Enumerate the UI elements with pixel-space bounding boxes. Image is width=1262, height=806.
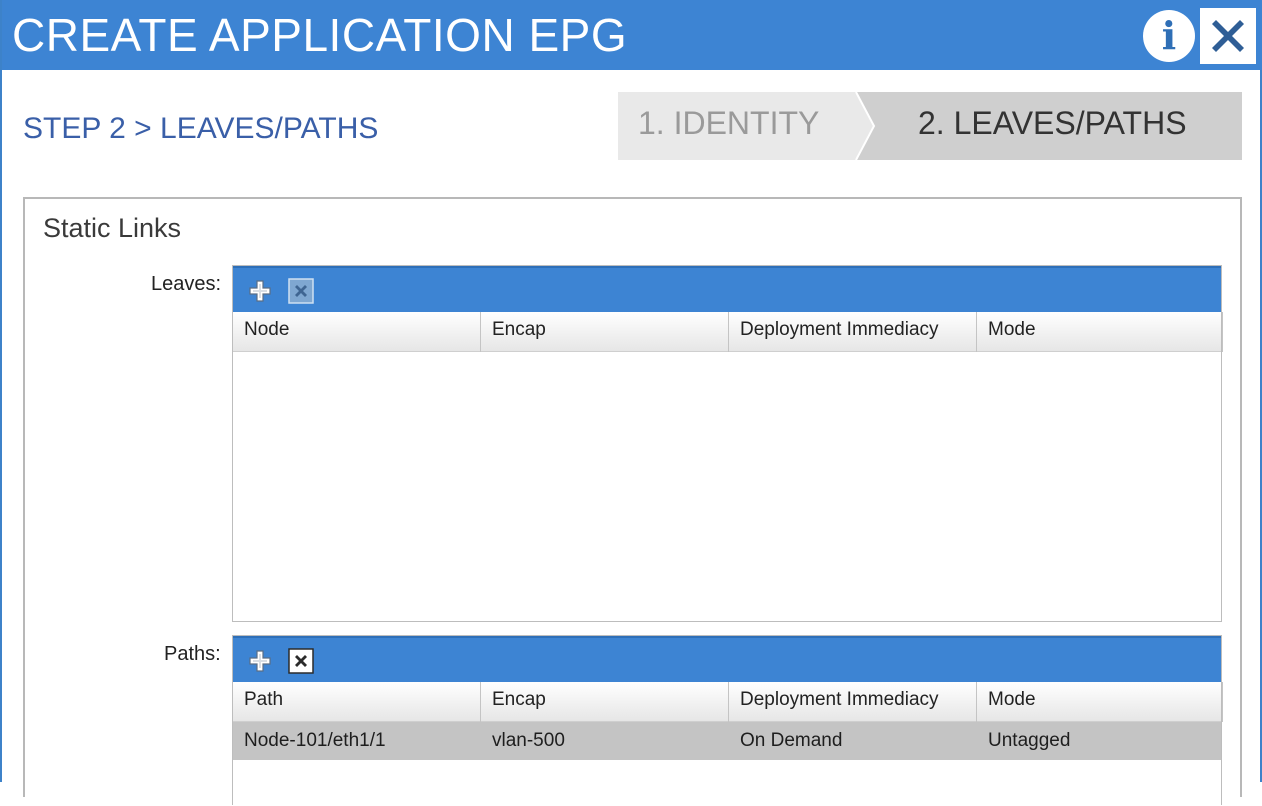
cell-deployment-immediacy: On Demand — [740, 730, 843, 751]
cell-encap: vlan-500 — [492, 730, 565, 751]
delete-icon[interactable] — [288, 278, 314, 304]
col-mode[interactable]: Mode — [977, 682, 1223, 722]
dialog-title: CREATE APPLICATION EPG — [12, 9, 628, 61]
col-deployment-immediacy[interactable]: Deployment Immediacy — [729, 312, 977, 352]
leaves-header: Node Encap Deployment Immediacy Mode — [233, 312, 1223, 352]
paths-table: Path Encap Deployment Immediacy Mode Nod… — [232, 635, 1223, 806]
col-encap[interactable]: Encap — [481, 682, 729, 722]
step-heading: STEP 2 > LEAVES/PATHS — [23, 112, 379, 145]
info-icon[interactable]: i — [1143, 10, 1195, 62]
col-encap[interactable]: Encap — [481, 312, 729, 352]
leaves-table: Node Encap Deployment Immediacy Mode — [232, 265, 1223, 622]
paths-header: Path Encap Deployment Immediacy Mode — [233, 682, 1223, 722]
delete-icon[interactable] — [288, 648, 314, 674]
add-icon[interactable] — [247, 278, 273, 304]
create-application-epg-dialog: CREATE APPLICATION EPG i STEP 2 > LEAVES… — [0, 0, 1262, 806]
paths-toolbar — [233, 636, 1221, 682]
col-node[interactable]: Node — [233, 312, 481, 352]
wizard-step-identity[interactable]: 1. IDENTITY — [638, 105, 819, 142]
paths-label: Paths: — [164, 643, 221, 665]
dialog-titlebar: CREATE APPLICATION EPG i — [2, 0, 1262, 70]
col-mode[interactable]: Mode — [977, 312, 1223, 352]
cell-path: Node-101/eth1/1 — [244, 730, 386, 751]
paths-body: Node-101/eth1/1 vlan-500 On Demand Untag… — [233, 722, 1221, 806]
cell-mode: Untagged — [988, 730, 1071, 751]
leaves-label: Leaves: — [151, 273, 222, 295]
close-icon[interactable] — [1200, 8, 1256, 64]
wizard-step-leaves-paths[interactable]: 2. LEAVES/PATHS — [918, 105, 1187, 142]
col-path[interactable]: Path — [233, 682, 481, 722]
static-links-title: Static Links — [43, 213, 182, 243]
col-deployment-immediacy[interactable]: Deployment Immediacy — [729, 682, 977, 722]
leaves-toolbar — [233, 266, 1221, 312]
table-row[interactable]: Node-101/eth1/1 vlan-500 On Demand Untag… — [233, 722, 1221, 760]
leaves-body — [233, 352, 1221, 621]
static-links-panel: Static Links Leaves: Node Encap Deployme… — [23, 197, 1242, 806]
wizard-steps: 1. IDENTITY 2. LEAVES/PATHS — [618, 92, 1242, 160]
add-icon[interactable] — [247, 648, 273, 674]
